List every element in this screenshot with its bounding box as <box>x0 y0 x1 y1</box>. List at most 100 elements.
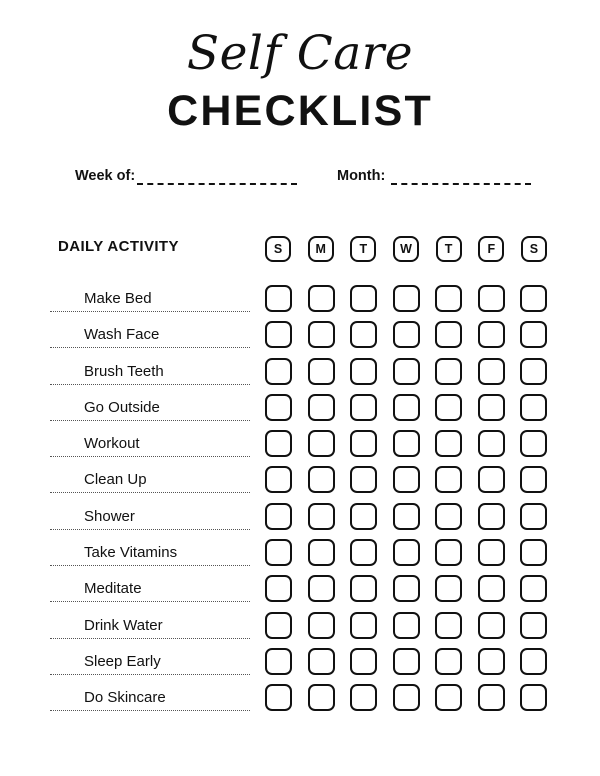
checkbox-m-1[interactable] <box>307 466 335 494</box>
checkbox-t-4[interactable] <box>435 393 462 421</box>
checkbox-f-5[interactable] <box>477 393 505 421</box>
week-of-field[interactable]: Week of: <box>75 163 297 185</box>
checkbox-t-2[interactable] <box>350 357 377 385</box>
checkbox-m-1[interactable] <box>307 502 335 530</box>
checkbox-f-5[interactable] <box>477 611 505 639</box>
checkbox-t-2[interactable] <box>350 611 377 639</box>
checkbox-f-5[interactable] <box>477 575 505 603</box>
checkbox-t-4[interactable] <box>435 502 462 530</box>
checkbox-group <box>265 539 547 567</box>
checkbox-s-0[interactable] <box>265 611 292 639</box>
activity-label: Go Outside <box>84 398 160 416</box>
checkbox-t-2[interactable] <box>350 393 377 421</box>
checkbox-t-2[interactable] <box>350 466 377 494</box>
checkbox-t-4[interactable] <box>435 466 462 494</box>
checkbox-t-2[interactable] <box>350 647 377 675</box>
checkbox-w-3[interactable] <box>392 502 420 530</box>
checkbox-t-4[interactable] <box>435 684 462 712</box>
day-header-4: T <box>435 236 462 262</box>
checkbox-s-6[interactable] <box>520 647 547 675</box>
table-row: Shower <box>0 500 600 536</box>
checkbox-s-6[interactable] <box>520 393 547 421</box>
checkbox-m-1[interactable] <box>307 285 335 312</box>
checkbox-t-4[interactable] <box>435 575 462 603</box>
checkbox-s-0[interactable] <box>265 466 292 494</box>
checkbox-w-3[interactable] <box>392 393 420 421</box>
page-title-script: Self Care <box>186 26 414 81</box>
checkbox-s-6[interactable] <box>520 575 547 603</box>
week-of-input[interactable] <box>137 170 297 185</box>
checkbox-t-4[interactable] <box>435 647 462 675</box>
checkbox-t-4[interactable] <box>435 539 462 567</box>
checkbox-f-5[interactable] <box>477 684 505 712</box>
checkbox-s-0[interactable] <box>265 285 292 312</box>
checkbox-w-3[interactable] <box>392 647 420 675</box>
checkbox-w-3[interactable] <box>392 285 420 312</box>
checkbox-w-3[interactable] <box>392 684 420 712</box>
checkbox-m-1[interactable] <box>307 611 335 639</box>
checkbox-f-5[interactable] <box>477 502 505 530</box>
checkbox-s-6[interactable] <box>520 430 547 458</box>
checkbox-t-4[interactable] <box>435 285 462 312</box>
checkbox-t-2[interactable] <box>350 321 377 349</box>
checkbox-s-0[interactable] <box>265 502 292 530</box>
checkbox-group <box>265 285 547 312</box>
checkbox-m-1[interactable] <box>307 575 335 603</box>
checkbox-m-1[interactable] <box>307 393 335 421</box>
checkbox-f-5[interactable] <box>477 539 505 567</box>
checkbox-s-0[interactable] <box>265 647 292 675</box>
checkbox-s-0[interactable] <box>265 393 292 421</box>
checkbox-m-1[interactable] <box>307 430 335 458</box>
checkbox-t-2[interactable] <box>350 539 377 567</box>
checkbox-s-6[interactable] <box>520 321 547 349</box>
checkbox-w-3[interactable] <box>392 357 420 385</box>
checkbox-s-0[interactable] <box>265 539 292 567</box>
checkbox-f-5[interactable] <box>477 647 505 675</box>
checkbox-s-0[interactable] <box>265 321 292 349</box>
checkbox-s-6[interactable] <box>520 285 547 312</box>
checkbox-f-5[interactable] <box>477 430 505 458</box>
checkbox-w-3[interactable] <box>392 539 420 567</box>
checkbox-m-1[interactable] <box>307 647 335 675</box>
month-input[interactable] <box>391 170 531 185</box>
checkbox-w-3[interactable] <box>392 611 420 639</box>
checkbox-s-0[interactable] <box>265 357 292 385</box>
checkbox-s-6[interactable] <box>520 539 547 567</box>
checkbox-s-6[interactable] <box>520 502 547 530</box>
checkbox-t-4[interactable] <box>435 357 462 385</box>
checkbox-t-2[interactable] <box>350 684 377 712</box>
checkbox-f-5[interactable] <box>477 357 505 385</box>
checkbox-m-1[interactable] <box>307 539 335 567</box>
activity-label: Clean Up <box>84 471 147 489</box>
day-header-row: SMTWTFS <box>265 236 547 262</box>
checkbox-group <box>265 466 547 494</box>
checkbox-t-4[interactable] <box>435 611 462 639</box>
table-row: Meditate <box>0 572 600 608</box>
checkbox-m-1[interactable] <box>307 357 335 385</box>
checkbox-s-6[interactable] <box>520 466 547 494</box>
checkbox-s-0[interactable] <box>265 430 292 458</box>
checkbox-s-6[interactable] <box>520 684 547 712</box>
checkbox-t-2[interactable] <box>350 285 377 312</box>
checkbox-s-0[interactable] <box>265 684 292 712</box>
checkbox-t-2[interactable] <box>350 502 377 530</box>
month-field[interactable]: Month: <box>337 163 531 185</box>
checkbox-f-5[interactable] <box>477 285 505 312</box>
checkbox-t-2[interactable] <box>350 575 377 603</box>
checkbox-f-5[interactable] <box>477 321 505 349</box>
checkbox-m-1[interactable] <box>307 321 335 349</box>
checkbox-t-2[interactable] <box>350 430 377 458</box>
checkbox-group <box>265 684 547 712</box>
checkbox-w-3[interactable] <box>392 430 420 458</box>
checkbox-w-3[interactable] <box>392 575 420 603</box>
checkbox-s-6[interactable] <box>520 357 547 385</box>
activity-label: Drink Water <box>84 616 163 634</box>
checkbox-s-6[interactable] <box>520 611 547 639</box>
checkbox-t-4[interactable] <box>435 321 462 349</box>
checkbox-f-5[interactable] <box>477 466 505 494</box>
checkbox-s-0[interactable] <box>265 575 292 603</box>
checkbox-w-3[interactable] <box>392 466 420 494</box>
checkbox-t-4[interactable] <box>435 430 462 458</box>
checkbox-w-3[interactable] <box>392 321 420 349</box>
checkbox-m-1[interactable] <box>307 684 335 712</box>
